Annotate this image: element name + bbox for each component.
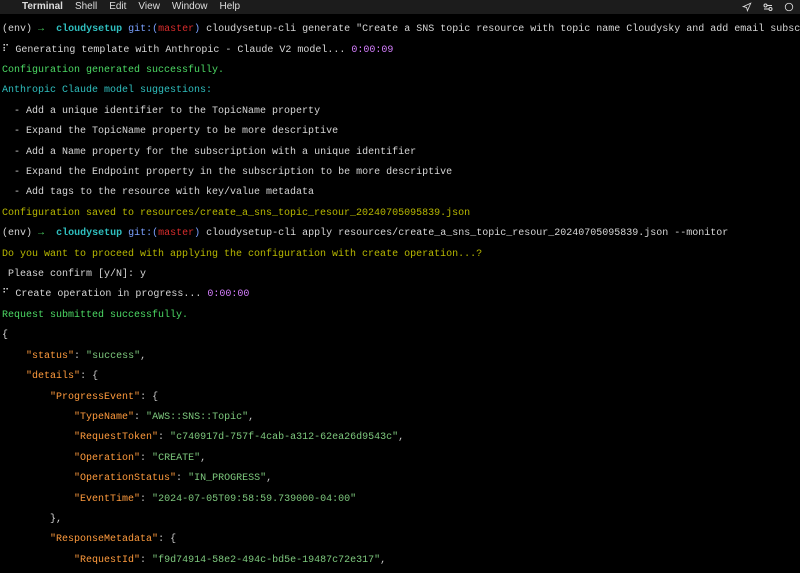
siri-icon[interactable] bbox=[784, 2, 794, 12]
config-saved: Configuration saved to resources/create_… bbox=[2, 209, 798, 219]
suggestion-1: - Add a unique identifier to the TopicNa… bbox=[2, 107, 798, 117]
create-spinner: ⠋ Create operation in progress... 0:00:0… bbox=[2, 290, 798, 300]
json-details: "details": { bbox=[2, 372, 798, 382]
confirm-question: Do you want to proceed with applying the… bbox=[2, 250, 798, 260]
control-center-icon[interactable] bbox=[762, 2, 774, 12]
json-eventtime: "EventTime": "2024-07-05T09:58:59.739000… bbox=[2, 495, 798, 505]
suggestion-2: - Expand the TopicName property to be mo… bbox=[2, 127, 798, 137]
json-pe-close: }, bbox=[2, 515, 798, 525]
json-opstatus: "OperationStatus": "IN_PROGRESS", bbox=[2, 474, 798, 484]
location-icon[interactable] bbox=[742, 2, 752, 12]
macos-menubar: Terminal Shell Edit View Window Help bbox=[0, 0, 800, 14]
suggestions-header: Anthropic Claude model suggestions: bbox=[2, 86, 798, 96]
suggestion-3: - Add a Name property for the subscripti… bbox=[2, 148, 798, 158]
json-open: { bbox=[2, 331, 798, 341]
menubar-item-edit[interactable]: Edit bbox=[109, 2, 126, 12]
json-status: "status": "success", bbox=[2, 352, 798, 362]
menubar-app-name[interactable]: Terminal bbox=[22, 2, 63, 12]
gen-success: Configuration generated successfully. bbox=[2, 66, 798, 76]
json-requestid: "RequestId": "f9d74914-58e2-494c-bd5e-19… bbox=[2, 556, 798, 566]
json-typename: "TypeName": "AWS::SNS::Topic", bbox=[2, 413, 798, 423]
suggestion-4: - Expand the Endpoint property in the su… bbox=[2, 168, 798, 178]
confirm-prompt: Please confirm [y/N]: y bbox=[2, 270, 798, 280]
terminal-output[interactable]: (env) → cloudysetup git:(master) cloudys… bbox=[0, 14, 800, 573]
request-submitted: Request submitted successfully. bbox=[2, 311, 798, 321]
json-reqtoken: "RequestToken": "c740917d-757f-4cab-a312… bbox=[2, 433, 798, 443]
json-operation: "Operation": "CREATE", bbox=[2, 454, 798, 464]
prompt-line-2: (env) → cloudysetup git:(master) cloudys… bbox=[2, 229, 798, 239]
menubar-item-view[interactable]: View bbox=[138, 2, 160, 12]
suggestion-5: - Add tags to the resource with key/valu… bbox=[2, 188, 798, 198]
prompt-line-1: (env) → cloudysetup git:(master) cloudys… bbox=[2, 25, 798, 35]
json-rm: "ResponseMetadata": { bbox=[2, 535, 798, 545]
menubar-item-help[interactable]: Help bbox=[220, 2, 241, 12]
menubar-item-shell[interactable]: Shell bbox=[75, 2, 97, 12]
gen-spinner: ⠏ Generating template with Anthropic - C… bbox=[2, 46, 798, 56]
json-pe: "ProgressEvent": { bbox=[2, 393, 798, 403]
menubar-item-window[interactable]: Window bbox=[172, 2, 208, 12]
